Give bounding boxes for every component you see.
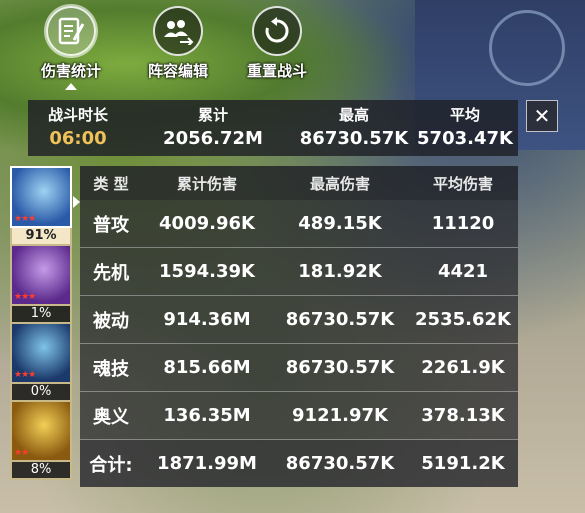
row-type: 奥义 — [93, 406, 129, 428]
hero-star-rating: ★★★ — [14, 292, 36, 302]
damage-stats-button[interactable]: 伤害统计 — [26, 6, 116, 90]
damage-table: 类 型 累计伤害 最高伤害 平均伤害 普攻 4009.96K 489.15K 1… — [80, 166, 518, 487]
team-edit-button[interactable]: 阵容编辑 — [133, 6, 223, 81]
row-avg: 4421 — [437, 261, 489, 282]
header-max-damage: 最高伤害 — [309, 174, 370, 193]
total-label: 累计 — [197, 106, 228, 124]
total-row-avg: 5191.2K — [421, 453, 505, 474]
hero-portrait[interactable]: ★★ 8% — [10, 400, 72, 480]
table-header-row: 类 型 累计伤害 最高伤害 平均伤害 — [80, 166, 518, 200]
team-edit-label: 阵容编辑 — [147, 62, 208, 80]
row-total: 815.66M — [163, 357, 251, 378]
header-type: 类 型 — [93, 174, 129, 193]
close-button[interactable]: ✕ — [526, 100, 558, 132]
row-avg: 2261.9K — [421, 357, 505, 378]
selected-hero-pointer — [73, 196, 80, 208]
hero-star-rating: ★★★ — [14, 370, 36, 380]
total-row-label: 合计: — [89, 454, 133, 476]
active-tab-caret — [65, 83, 77, 90]
row-max: 181.92K — [298, 261, 382, 282]
table-row: 奥义 136.35M 9121.97K 378.13K — [80, 392, 518, 440]
row-type: 被动 — [93, 310, 129, 332]
row-max: 86730.57K — [285, 309, 395, 330]
header-avg-damage: 平均伤害 — [432, 174, 493, 193]
total-column: 累计 2056.72M — [148, 104, 278, 149]
total-value: 2056.72M — [163, 128, 263, 149]
row-avg: 11120 — [431, 213, 495, 234]
row-type: 先机 — [93, 262, 129, 284]
hero-damage-percent: 8% — [10, 462, 72, 480]
total-row-max: 86730.57K — [285, 453, 395, 474]
hero-star-rating: ★★ — [14, 448, 29, 458]
hero-portrait[interactable]: ★★★ 1% — [10, 244, 72, 324]
max-column: 最高 86730.57K — [290, 104, 418, 149]
reset-icon — [252, 6, 302, 56]
table-row: 普攻 4009.96K 489.15K 11120 — [80, 200, 518, 248]
row-avg: 378.13K — [421, 405, 505, 426]
table-row: 先机 1594.39K 181.92K 4421 — [80, 248, 518, 296]
avg-value: 5703.47K — [417, 128, 513, 149]
duration-label: 战斗时长 — [47, 106, 108, 124]
damage-stats-label: 伤害统计 — [40, 62, 101, 80]
row-max: 489.15K — [298, 213, 382, 234]
hero-star-rating: ★★★ — [14, 214, 36, 224]
reset-battle-label: 重置战斗 — [246, 62, 307, 80]
duration-value: 06:00 — [49, 128, 107, 149]
max-label: 最高 — [338, 106, 369, 124]
row-total: 136.35M — [163, 405, 251, 426]
hero-portrait[interactable]: ★★★ 0% — [10, 322, 72, 402]
hero-portrait[interactable]: ★★★ 91% — [10, 166, 72, 246]
avg-column: 平均 5703.47K — [412, 104, 518, 149]
table-total-row: 合计: 1871.99M 86730.57K 5191.2K — [80, 440, 518, 487]
battle-summary-bar: 战斗时长 06:00 累计 2056.72M 最高 86730.57K 平均 5… — [28, 100, 518, 156]
row-max: 9121.97K — [292, 405, 388, 426]
avg-label: 平均 — [449, 106, 480, 124]
total-row-total: 1871.99M — [157, 453, 257, 474]
duration-column: 战斗时长 06:00 — [28, 104, 128, 149]
row-total: 4009.96K — [159, 213, 255, 234]
close-icon: ✕ — [533, 104, 551, 128]
row-max: 86730.57K — [285, 357, 395, 378]
table-row: 被动 914.36M 86730.57K 2535.62K — [80, 296, 518, 344]
team-edit-icon — [153, 6, 203, 56]
row-type: 普攻 — [93, 214, 129, 236]
row-type: 魂技 — [93, 358, 129, 380]
row-avg: 2535.62K — [415, 309, 511, 330]
row-total: 1594.39K — [159, 261, 255, 282]
table-row: 魂技 815.66M 86730.57K 2261.9K — [80, 344, 518, 392]
reset-battle-button[interactable]: 重置战斗 — [232, 6, 322, 81]
header-total-damage: 累计伤害 — [176, 174, 237, 193]
max-value: 86730.57K — [299, 128, 409, 149]
row-total: 914.36M — [163, 309, 251, 330]
top-toolbar: 伤害统计 阵容编辑 重置战斗 — [26, 6, 326, 90]
clipboard-pen-icon — [46, 6, 96, 56]
